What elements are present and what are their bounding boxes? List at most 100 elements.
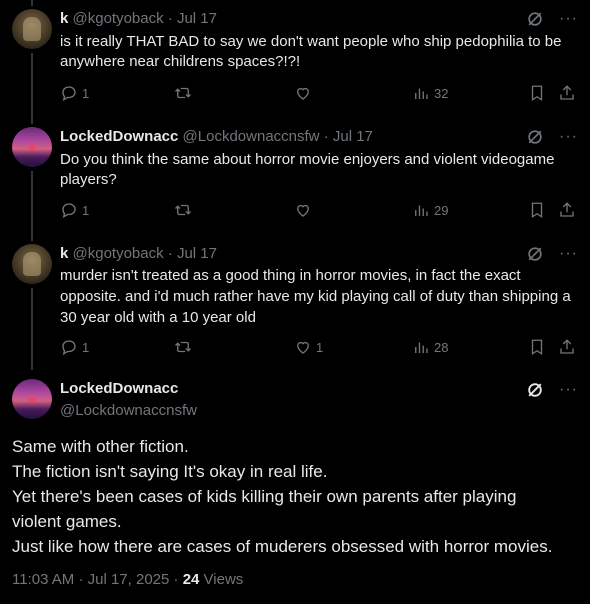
thread-line xyxy=(31,235,33,241)
views-count: 24 xyxy=(182,571,200,588)
bookmark-button[interactable] xyxy=(528,338,546,356)
reply-count: 1 xyxy=(82,339,90,355)
author-name[interactable]: LockedDownacc xyxy=(60,380,178,397)
more-icon[interactable]: ··· xyxy=(559,127,578,147)
author-name[interactable]: k xyxy=(60,245,68,262)
tweet-time[interactable]: 11:03 AM xyxy=(12,571,74,588)
avatar[interactable] xyxy=(12,379,52,419)
retweet-button[interactable] xyxy=(174,338,192,356)
share-button[interactable] xyxy=(558,84,576,102)
thread-line xyxy=(31,0,33,6)
separator: · xyxy=(173,571,179,588)
avatar[interactable] xyxy=(12,244,52,284)
tweet-date[interactable]: Jul 17 xyxy=(177,10,217,27)
views-button[interactable]: 32 xyxy=(412,84,448,102)
action-bar: 1 1 28 xyxy=(60,338,580,358)
top-actions: ··· xyxy=(525,244,578,264)
reply-count: 1 xyxy=(82,202,90,218)
tweet-text: is it really THAT BAD to say we don't wa… xyxy=(60,33,562,70)
top-actions: ··· xyxy=(525,9,578,29)
views-icon xyxy=(415,205,428,216)
tweet-header: k @kgotyoback · Jul 17 xyxy=(60,10,217,27)
tweet-date[interactable]: Jul 17 xyxy=(177,245,217,262)
tweet-footer: 11:03 AM · Jul 17, 2025 · 24 Views xyxy=(12,571,243,588)
more-icon[interactable]: ··· xyxy=(559,244,578,264)
tweet-line: violent games. xyxy=(12,512,122,531)
bookmark-button[interactable] xyxy=(528,84,546,102)
tweet-header: LockedDownacc @Lockdownaccnsfw · Jul 17 xyxy=(60,128,373,145)
share-button[interactable] xyxy=(558,201,576,219)
reply-tweet[interactable]: k @kgotyoback · Jul 17 ··· murder isn't … xyxy=(0,235,590,370)
views-icon xyxy=(415,88,428,99)
views-button[interactable]: 29 xyxy=(412,201,448,219)
views-label: Views xyxy=(203,571,244,588)
reply-icon xyxy=(62,203,76,219)
top-actions: ··· xyxy=(525,127,578,147)
views-count: 32 xyxy=(434,85,449,101)
like-icon xyxy=(297,341,309,354)
reply-tweet[interactable]: LockedDownacc @Lockdownaccnsfw · Jul 17 … xyxy=(0,118,590,235)
thread-line xyxy=(31,53,33,118)
bookmark-button[interactable] xyxy=(528,201,546,219)
bookmark-icon xyxy=(531,85,543,102)
tweet-line: Same with other fiction. xyxy=(12,437,189,456)
author-name[interactable]: LockedDownacc xyxy=(60,128,178,145)
retweet-icon xyxy=(175,87,191,99)
grok-icon[interactable] xyxy=(525,380,545,400)
separator: · xyxy=(323,128,329,145)
tweet-line: Just like how there are cases of muderer… xyxy=(12,537,553,556)
share-button[interactable] xyxy=(558,338,576,356)
tweet-header: k @kgotyoback · Jul 17 xyxy=(60,245,217,262)
grok-icon[interactable] xyxy=(525,9,545,29)
action-bar: 1 29 xyxy=(60,201,580,221)
author-handle[interactable]: @kgotyoback xyxy=(73,10,164,27)
grok-icon[interactable] xyxy=(525,127,545,147)
author-handle[interactable]: @Lockdownaccnsfw xyxy=(183,128,320,145)
thread-line xyxy=(31,118,33,124)
tweet-line: The fiction isn't saying It's okay in re… xyxy=(12,462,328,481)
views-count: 29 xyxy=(434,202,449,218)
retweet-icon xyxy=(175,341,191,353)
like-count: 1 xyxy=(316,339,324,355)
tweet-date[interactable]: Jul 17 xyxy=(333,128,373,145)
tweet-text: murder isn't treated as a good thing in … xyxy=(60,267,571,326)
tweet-line: Yet there's been cases of kids killing t… xyxy=(12,487,517,506)
share-icon xyxy=(560,85,574,100)
like-icon xyxy=(297,204,309,217)
reply-tweet[interactable]: k @kgotyoback · Jul 17 ··· is it really … xyxy=(0,0,590,118)
tweet-full-date[interactable]: Jul 17, 2025 xyxy=(88,571,170,588)
views-button[interactable]: 28 xyxy=(412,338,448,356)
separator: · xyxy=(167,245,173,262)
author-name[interactable]: k xyxy=(60,10,68,27)
reply-count: 1 xyxy=(82,85,90,101)
separator: · xyxy=(78,571,84,588)
retweet-button[interactable] xyxy=(174,84,192,102)
tweet-text: Do you think the same about horror movie… xyxy=(60,151,555,188)
reply-icon xyxy=(62,86,76,102)
author-handle[interactable]: @kgotyoback xyxy=(73,245,164,262)
bookmark-icon xyxy=(531,202,543,219)
like-button[interactable]: 1 xyxy=(294,338,323,356)
reply-button[interactable]: 1 xyxy=(60,84,89,102)
reply-button[interactable]: 1 xyxy=(60,201,89,219)
grok-icon[interactable] xyxy=(525,244,545,264)
like-button[interactable] xyxy=(294,84,312,102)
avatar[interactable] xyxy=(12,9,52,49)
retweet-icon xyxy=(175,204,191,216)
like-icon xyxy=(297,87,309,100)
bookmark-icon xyxy=(531,339,543,356)
thread-line xyxy=(31,171,33,235)
like-button[interactable] xyxy=(294,201,312,219)
author-handle[interactable]: @Lockdownaccnsfw xyxy=(60,402,197,419)
more-icon[interactable]: ··· xyxy=(559,380,578,400)
share-icon xyxy=(560,339,574,354)
thread-line xyxy=(31,288,33,370)
tweet-text: Same with other fiction. The fiction isn… xyxy=(12,434,582,559)
more-icon[interactable]: ··· xyxy=(559,9,578,29)
reply-button[interactable]: 1 xyxy=(60,338,89,356)
retweet-button[interactable] xyxy=(174,201,192,219)
separator: · xyxy=(167,10,173,27)
avatar[interactable] xyxy=(12,127,52,167)
top-actions: ··· xyxy=(525,380,578,400)
reply-icon xyxy=(62,340,76,356)
